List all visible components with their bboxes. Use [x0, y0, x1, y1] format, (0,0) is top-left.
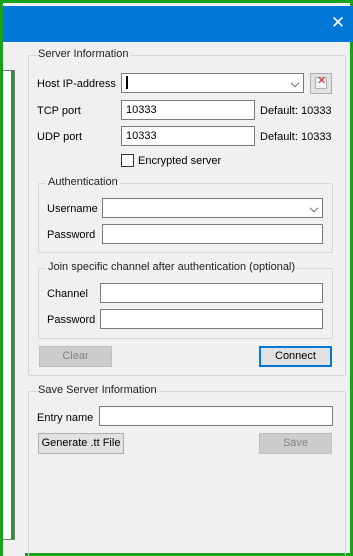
encrypted-checkbox[interactable]	[121, 154, 134, 167]
udp-label: UDP port	[37, 131, 83, 143]
save-info-legend: Save Server Information	[36, 384, 159, 396]
entry-name-input[interactable]	[99, 406, 333, 426]
title-bar: ✕	[3, 6, 353, 42]
server-info-legend: Server Information	[36, 48, 131, 60]
generate-tt-button[interactable]: Generate .tt File	[38, 433, 124, 454]
channel-password-input[interactable]	[100, 309, 323, 329]
host-label: Host IP-address	[37, 78, 116, 90]
tcp-default: Default: 10333	[260, 105, 332, 117]
channel-password-label: Password	[47, 314, 96, 326]
clear-button[interactable]: Clear	[39, 346, 112, 367]
channel-input[interactable]	[100, 283, 323, 303]
list-accent-strip	[11, 71, 14, 539]
auth-password-input[interactable]	[102, 224, 323, 244]
authentication-legend: Authentication	[46, 176, 120, 188]
username-label: Username	[47, 203, 98, 215]
text-cursor	[126, 75, 128, 89]
host-combobox[interactable]	[121, 73, 304, 93]
username-combobox[interactable]	[102, 198, 323, 218]
channel-label: Channel	[47, 288, 88, 300]
udp-default: Default: 10333	[260, 131, 332, 143]
connect-button[interactable]: Connect	[259, 346, 332, 367]
dialog-window: ✕ Server Information Host IP-address ✕ T…	[0, 0, 353, 556]
tcp-label: TCP port	[37, 105, 81, 117]
delete-host-button[interactable]: ✕	[310, 73, 332, 94]
close-icon[interactable]: ✕	[329, 14, 347, 32]
auth-password-label: Password	[47, 229, 96, 241]
tcp-port-input[interactable]: 10333	[121, 100, 255, 120]
udp-port-input[interactable]: 10333	[121, 126, 255, 146]
delete-x-icon: ✕	[317, 75, 327, 87]
chevron-down-icon[interactable]	[309, 203, 319, 213]
left-panel	[3, 42, 25, 556]
entry-name-label: Entry name	[37, 412, 94, 424]
server-list[interactable]	[3, 70, 15, 540]
chevron-down-icon[interactable]	[290, 78, 300, 88]
join-channel-legend: Join specific channel after authenticati…	[46, 261, 298, 273]
encrypted-label: Encrypted server	[138, 155, 222, 167]
save-button[interactable]: Save	[259, 433, 332, 454]
